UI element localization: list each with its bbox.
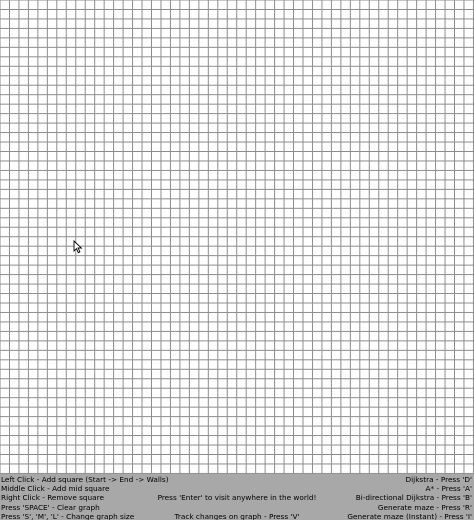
instructions-panel: Left Click - Add square (Start -> End ->… <box>0 474 474 520</box>
instruction-generate-maze: Generate maze - Press 'R' <box>377 502 472 512</box>
algorithms-list: Dijkstra - Press 'D' A* - Press 'A' Bi-d… <box>347 475 472 520</box>
instruction-a-star: A* - Press 'A' <box>425 484 472 494</box>
pathfinding-grid[interactable] <box>0 0 474 474</box>
instruction-clear-graph: Press 'SPACE' - Clear graph <box>1 502 100 512</box>
instruction-bidirectional-dijkstra: Bi-directional Dijkstra - Press 'B' <box>355 493 472 503</box>
instruction-generate-maze-instant: Generate maze (Instant) - Press 'I' <box>347 511 472 520</box>
instruction-dijkstra: Dijkstra - Press 'D' <box>405 475 472 484</box>
instruction-left-click: Left Click - Add square (Start -> End ->… <box>1 475 169 484</box>
